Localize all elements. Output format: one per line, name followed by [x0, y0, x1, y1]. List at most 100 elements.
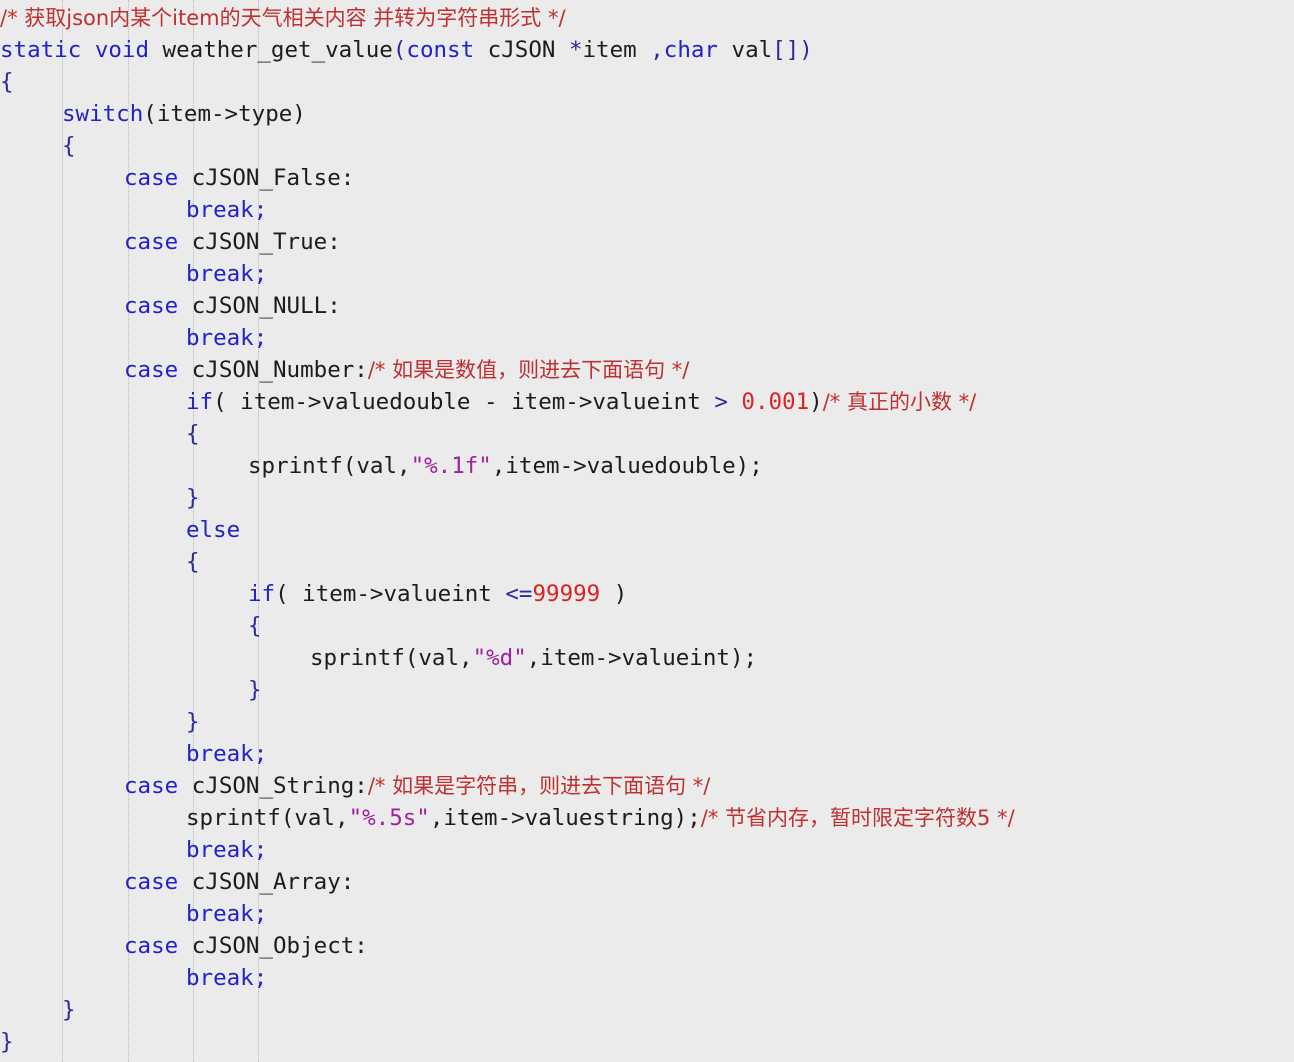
token-comment: /* 如果是字符串，则进去下面语句 */ — [367, 774, 711, 798]
code-line: /* 获取json内某个item的天气相关内容 并转为字符串形式 */ — [0, 2, 1294, 34]
code-line: case cJSON_True: — [0, 226, 1294, 258]
code-listing: /* 获取json内某个item的天气相关内容 并转为字符串形式 */ stati… — [0, 0, 1294, 1058]
token-plain: ( item->valueint — [275, 581, 506, 607]
code-line: if( item->valueint <=99999 ) — [0, 578, 1294, 610]
token-brace: } — [0, 1029, 14, 1055]
token-plain: cJSON — [474, 37, 569, 63]
code-line: sprintf(val,"%d",item->valueint); — [0, 642, 1294, 674]
token-number: 0.001 — [741, 389, 810, 415]
token-op: <= — [505, 581, 533, 607]
token-plain: ,item->valueint); — [526, 645, 758, 671]
token-number: 99999 — [532, 581, 601, 607]
token-plain: cJSON_String: — [178, 773, 368, 799]
token-comment: /* 真正的小数 */ — [822, 390, 977, 414]
token-plain: sprintf(val, — [186, 805, 349, 831]
token-brace: } — [248, 677, 262, 703]
token-plain: val — [717, 37, 773, 63]
token-keyword: break; — [186, 197, 268, 223]
code-line: case cJSON_False: — [0, 162, 1294, 194]
code-line: break; — [0, 322, 1294, 354]
token-plain: ,item->valuestring); — [429, 805, 701, 831]
token-plain: ) — [809, 389, 823, 415]
code-line: break; — [0, 834, 1294, 866]
code-line: { — [0, 130, 1294, 162]
token-keyword: break; — [186, 965, 268, 991]
code-line: sprintf(val,"%.1f",item->valuedouble); — [0, 450, 1294, 482]
token-plain: item — [582, 37, 651, 63]
token-plain: ( item->valuedouble - item->valueint — [213, 389, 715, 415]
code-line: } — [0, 1026, 1294, 1058]
code-line: { — [0, 546, 1294, 578]
token-brace: { — [186, 421, 200, 447]
code-line: case cJSON_Array: — [0, 866, 1294, 898]
token-keyword: switch — [62, 101, 144, 127]
token-keyword: case — [124, 933, 179, 959]
code-line: break; — [0, 258, 1294, 290]
token-brace: { — [0, 69, 14, 95]
token-plain: cJSON_False: — [178, 165, 355, 191]
token-comment: /* 如果是数值，则进去下面语句 */ — [367, 358, 690, 382]
token-keyword: static — [0, 37, 82, 63]
token-keyword: else — [186, 517, 241, 543]
token-op: , — [650, 37, 664, 63]
token-keyword: case — [124, 357, 179, 383]
token-brace: } — [62, 997, 76, 1023]
token-keyword: case — [124, 229, 179, 255]
token-brace: { — [62, 133, 76, 159]
token-keyword: if — [186, 389, 214, 415]
token-comment: /* 获取json内某个item的天气相关内容 并转为字符串形式 */ — [0, 6, 566, 30]
code-line: break; — [0, 962, 1294, 994]
token-plain: (item->type) — [143, 101, 306, 127]
code-line: } — [0, 482, 1294, 514]
token-op: []) — [772, 37, 813, 63]
token-string: "%d" — [472, 645, 527, 671]
token-brace: } — [186, 709, 200, 735]
token-brace: } — [186, 485, 200, 511]
token-keyword: break; — [186, 261, 268, 287]
token-keyword: if — [248, 581, 276, 607]
token-op: ( — [392, 37, 407, 63]
token-keyword: const — [406, 37, 475, 63]
token-brace: { — [248, 613, 262, 639]
token-plain: ,item->valuedouble); — [491, 453, 763, 479]
token-keyword: char — [663, 37, 718, 63]
code-line: } — [0, 706, 1294, 738]
token-keyword: void — [94, 37, 150, 63]
code-line: { — [0, 66, 1294, 98]
token-brace: { — [186, 549, 200, 575]
token-keyword: break; — [186, 901, 268, 927]
code-line: static void weather_get_value(const cJSO… — [0, 34, 1294, 66]
token-keyword: case — [124, 773, 179, 799]
token-plain: weather_get_value — [149, 37, 393, 63]
token-keyword: break; — [186, 741, 268, 767]
token-keyword: case — [124, 293, 179, 319]
token-plain: sprintf(val, — [310, 645, 473, 671]
token-string: "%.5s" — [348, 805, 430, 831]
code-line: { — [0, 610, 1294, 642]
token-plain: cJSON_NULL: — [178, 293, 341, 319]
code-line: { — [0, 418, 1294, 450]
code-line: else — [0, 514, 1294, 546]
code-line: sprintf(val,"%.5s",item->valuestring);/*… — [0, 802, 1294, 834]
token-plain: cJSON_Object: — [178, 933, 368, 959]
token-keyword: case — [124, 869, 179, 895]
token-plain: cJSON_Array: — [178, 869, 355, 895]
code-line: } — [0, 674, 1294, 706]
code-line: case cJSON_String:/* 如果是字符串，则进去下面语句 */ — [0, 770, 1294, 802]
token-op: * — [568, 37, 583, 63]
code-line: if( item->valuedouble - item->valueint >… — [0, 386, 1294, 418]
token-keyword: break; — [186, 837, 268, 863]
code-line: case cJSON_Object: — [0, 930, 1294, 962]
code-line: case cJSON_Number:/* 如果是数值，则进去下面语句 */ — [0, 354, 1294, 386]
token-plain: cJSON_Number: — [178, 357, 368, 383]
code-screenshot-surface: /* 获取json内某个item的天气相关内容 并转为字符串形式 */ stati… — [0, 0, 1294, 1062]
code-line: break; — [0, 898, 1294, 930]
token-op: > — [714, 389, 728, 415]
code-line: switch(item->type) — [0, 98, 1294, 130]
code-line: } — [0, 994, 1294, 1026]
token-comment: /* 节省内存，暂时限定字符数5 */ — [700, 806, 1015, 830]
token-plain: cJSON_True: — [178, 229, 341, 255]
token-keyword: case — [124, 165, 179, 191]
